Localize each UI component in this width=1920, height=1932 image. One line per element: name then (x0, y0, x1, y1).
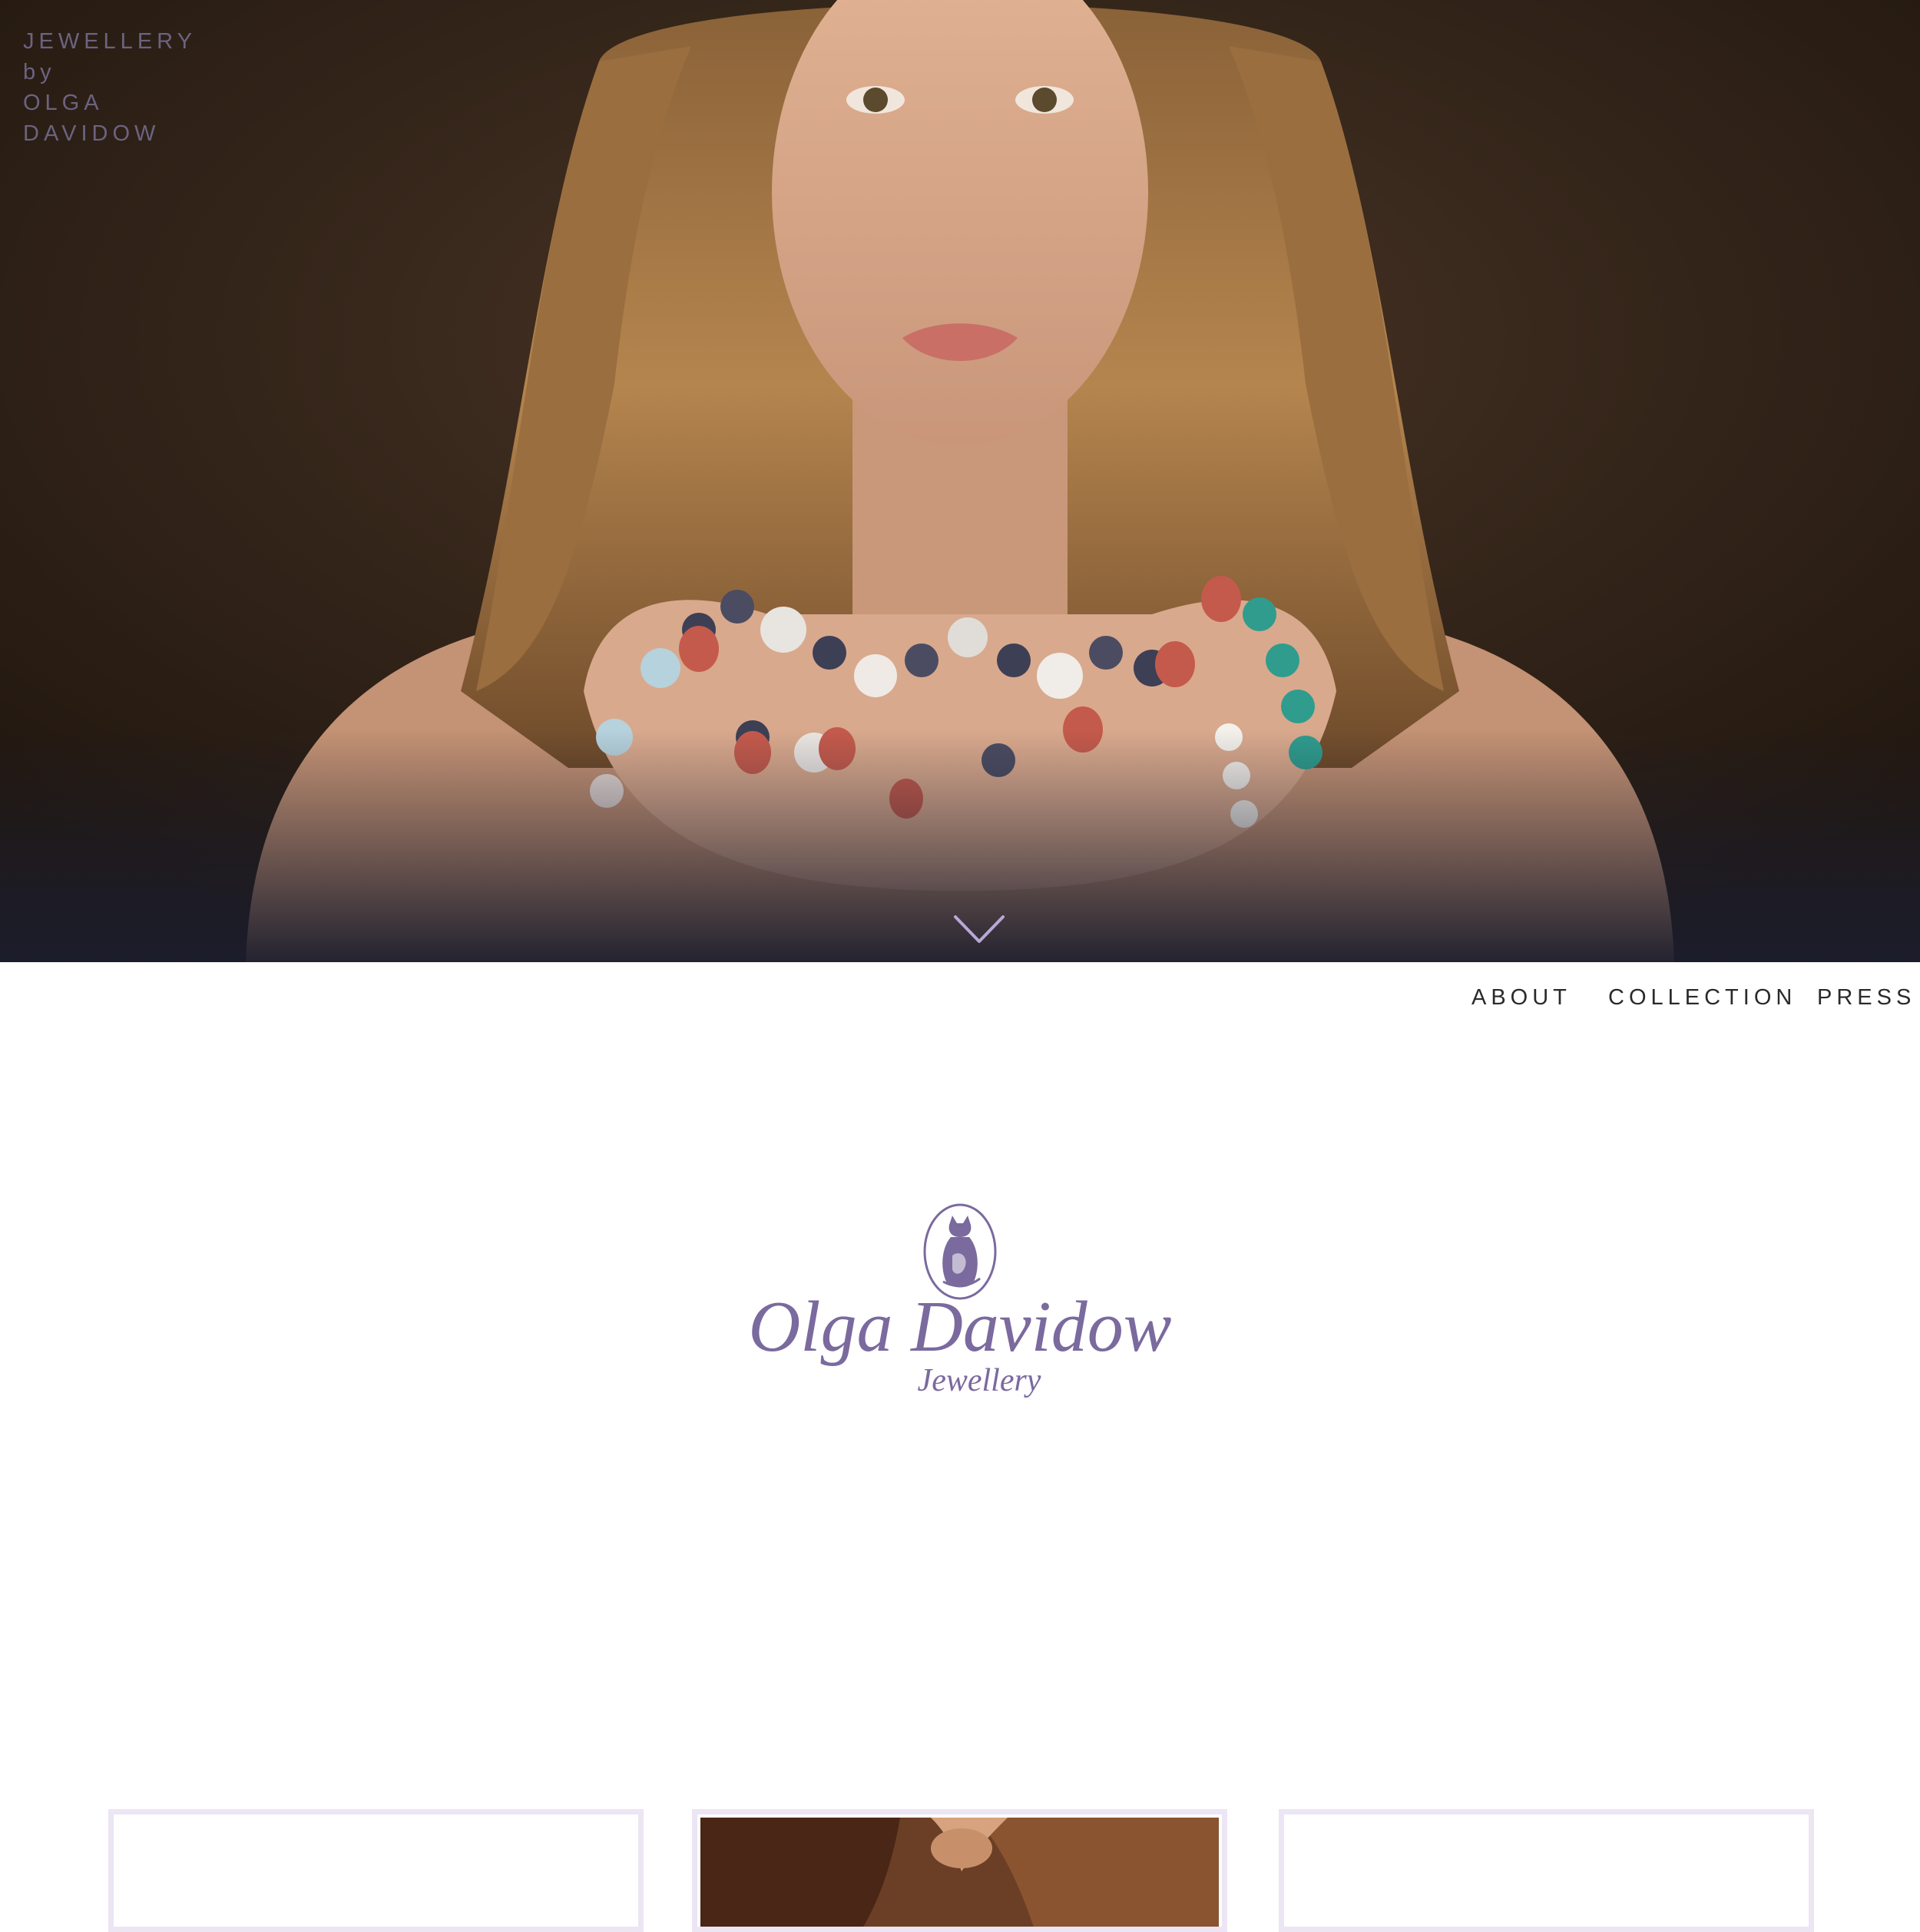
brand-logo: Olga Davidow Jewellery (730, 1202, 1190, 1401)
brand-line-1: JEWELLERY (23, 29, 197, 54)
hero-photo (0, 0, 1920, 962)
feature-card-3[interactable] (1279, 1809, 1814, 1932)
nav-item-press[interactable]: PRESS (1817, 985, 1915, 1011)
main-nav: ABOUT COLLECTION PRESS (0, 962, 1920, 1039)
brand-line-2: by (23, 60, 56, 84)
logo-wordmark: Olga Davidow (748, 1287, 1172, 1367)
feature-card-2[interactable] (692, 1809, 1227, 1932)
brand-line-4: DAVIDOW (23, 121, 161, 146)
logo-subtitle: Jewellery (917, 1363, 1041, 1398)
nav-item-about[interactable]: ABOUT (1471, 985, 1571, 1011)
card-photo (700, 1818, 1219, 1927)
brand-line-3: OLGA (23, 91, 104, 115)
feature-card-1[interactable] (108, 1809, 644, 1932)
brand-wordmark[interactable]: JEWELLERY by OLGA DAVIDOW (23, 26, 197, 149)
hero-section: JEWELLERY by OLGA DAVIDOW (0, 0, 1920, 962)
nav-item-collection[interactable]: COLLECTION (1608, 985, 1796, 1011)
chevron-down-icon[interactable] (952, 912, 1006, 946)
